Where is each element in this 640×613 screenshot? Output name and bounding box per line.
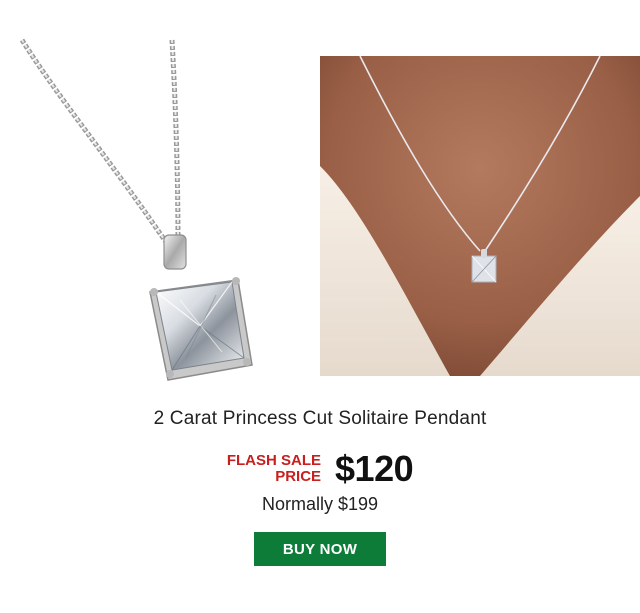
flash-sale-label-line2: PRICE xyxy=(275,468,322,485)
price-row: FLASH SALE PRICE $120 xyxy=(0,446,640,492)
flash-sale-label: FLASH SALE PRICE xyxy=(227,453,321,485)
pendant-product-image[interactable] xyxy=(0,30,310,390)
lifestyle-illustration xyxy=(320,56,640,376)
normal-price: Normally $199 xyxy=(261,494,379,514)
buy-now-button[interactable]: BUY NOW xyxy=(254,532,386,566)
product-title: 2 Carat Princess Cut Solitaire Pendant xyxy=(153,408,487,429)
pendant-illustration xyxy=(19,38,253,381)
pendant-worn-lifestyle-image[interactable] xyxy=(320,56,640,376)
sale-price: $120 xyxy=(335,448,414,489)
flash-sale-label-line1: FLASH SALE xyxy=(226,452,322,469)
